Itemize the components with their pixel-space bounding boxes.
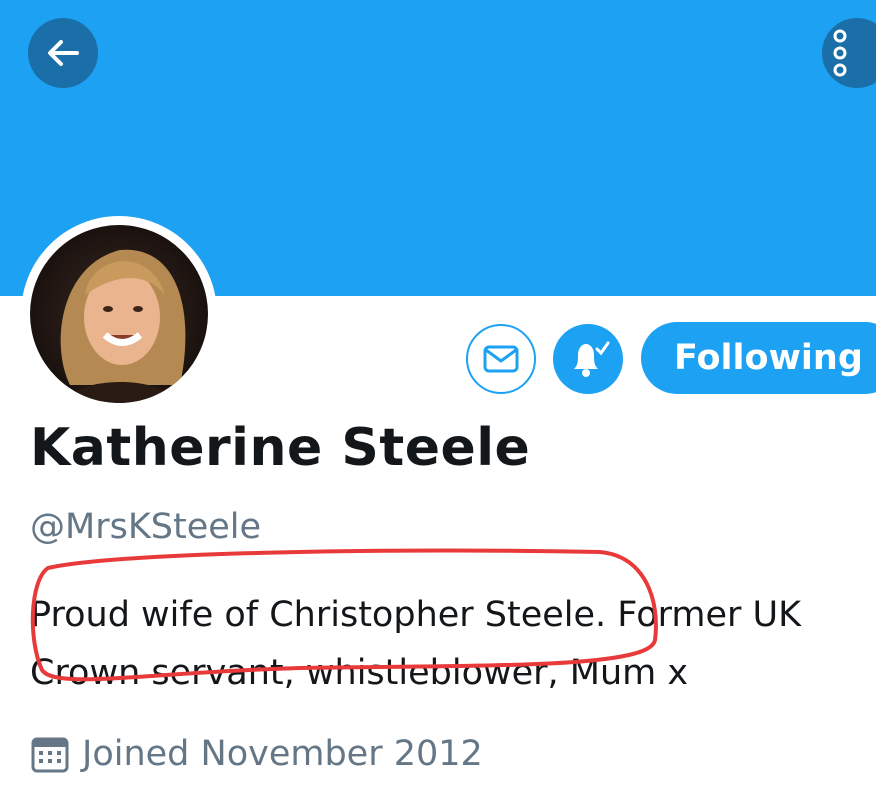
bio: Proud wife of Christopher Steele. Former… xyxy=(30,586,876,702)
bio-line-1: Proud wife of Christopher Steele. Former… xyxy=(30,595,802,635)
back-button[interactable] xyxy=(28,18,98,88)
following-button[interactable]: Following xyxy=(641,322,876,394)
calendar-icon xyxy=(31,737,69,773)
arrow-left-icon xyxy=(48,40,79,66)
display-name: Katherine Steele xyxy=(30,418,531,478)
joined-date: Joined November 2012 xyxy=(30,734,483,774)
avatar[interactable] xyxy=(30,225,208,403)
joined-text: Joined November 2012 xyxy=(82,734,483,774)
following-label: Following xyxy=(674,338,863,378)
notifications-button[interactable] xyxy=(553,324,623,394)
user-handle[interactable]: @MrsKSteele xyxy=(30,507,261,547)
bell-check-icon xyxy=(574,341,610,377)
envelope-icon xyxy=(483,345,519,373)
more-options-button[interactable] xyxy=(822,18,876,88)
bio-line-2: Crown servant, whistleblower, Mum x xyxy=(30,653,689,693)
avatar-photo xyxy=(30,225,208,403)
vertical-dots-icon xyxy=(833,29,847,77)
message-button[interactable] xyxy=(466,324,536,394)
